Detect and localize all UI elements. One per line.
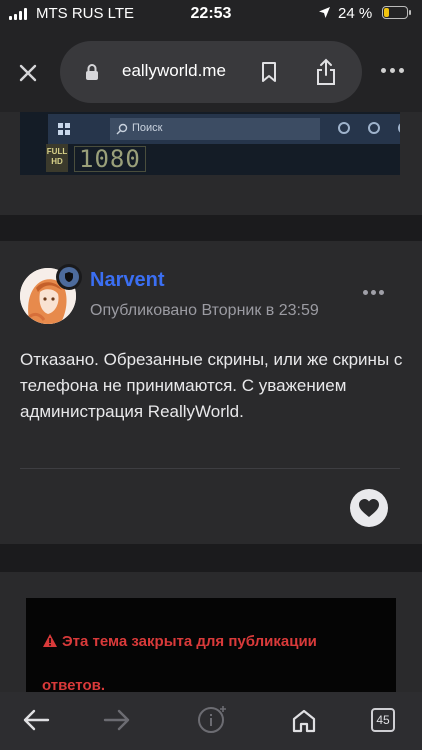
previous-post-card: Поиск FULL HD 1080 bbox=[0, 112, 422, 215]
post-card: Narvent Опубликовано Вторник в 23:59 Отк… bbox=[0, 241, 422, 544]
page-info-icon[interactable] bbox=[197, 704, 229, 734]
attached-screenshot[interactable]: Поиск FULL HD 1080 bbox=[20, 112, 400, 175]
windows-logo-icon bbox=[58, 123, 70, 135]
battery-icon bbox=[382, 6, 411, 19]
post-timestamp[interactable]: Опубликовано Вторник в 23:59 bbox=[90, 302, 319, 320]
post-body: Отказано. Обрезанные скрины, или же скри… bbox=[20, 350, 403, 421]
resolution-label: 1080 bbox=[74, 146, 146, 172]
post-separator bbox=[0, 544, 422, 572]
topic-footer: Эта тема закрыта для публикации ответов. bbox=[0, 572, 422, 694]
lock-icon bbox=[86, 64, 98, 80]
back-arrow-icon[interactable] bbox=[22, 708, 50, 732]
browser-toolbar: 45 bbox=[0, 692, 422, 750]
taskbar-app-icons bbox=[338, 122, 400, 134]
battery-percent: 24 % bbox=[338, 5, 373, 22]
location-arrow-icon bbox=[319, 7, 330, 18]
warning-icon bbox=[43, 634, 57, 647]
moderator-shield-badge bbox=[56, 264, 82, 290]
tabs-button[interactable]: 45 bbox=[371, 708, 395, 732]
browser-header: eallyworld.me bbox=[0, 28, 422, 112]
taskbar-search-label: Поиск bbox=[132, 122, 163, 134]
shield-icon bbox=[65, 272, 73, 282]
post-separator bbox=[0, 215, 422, 241]
bookmark-icon[interactable] bbox=[261, 61, 277, 83]
locked-topic-text: Эта тема закрыта для публикации ответов. bbox=[42, 633, 317, 694]
taskbar-search: Поиск bbox=[110, 118, 320, 140]
like-button[interactable] bbox=[350, 489, 388, 527]
locked-topic-notice: Эта тема закрыта для публикации ответов. bbox=[26, 598, 396, 694]
heart-icon bbox=[359, 499, 379, 517]
search-icon bbox=[116, 123, 128, 135]
author-name[interactable]: Narvent bbox=[90, 269, 164, 292]
close-icon[interactable] bbox=[17, 62, 39, 84]
more-options-icon[interactable] bbox=[381, 68, 404, 73]
forward-arrow-icon[interactable] bbox=[103, 708, 131, 732]
divider bbox=[20, 468, 400, 469]
windows-taskbar: Поиск bbox=[48, 114, 400, 144]
status-bar: MTS RUS LTE 22:53 24 % bbox=[0, 0, 422, 28]
post-menu-icon[interactable] bbox=[363, 290, 384, 295]
address-bar[interactable]: eallyworld.me bbox=[60, 41, 362, 103]
home-icon[interactable] bbox=[291, 708, 317, 734]
share-icon[interactable] bbox=[315, 58, 337, 86]
full-hd-badge: FULL HD bbox=[46, 144, 68, 172]
url-text[interactable]: eallyworld.me bbox=[122, 61, 226, 81]
